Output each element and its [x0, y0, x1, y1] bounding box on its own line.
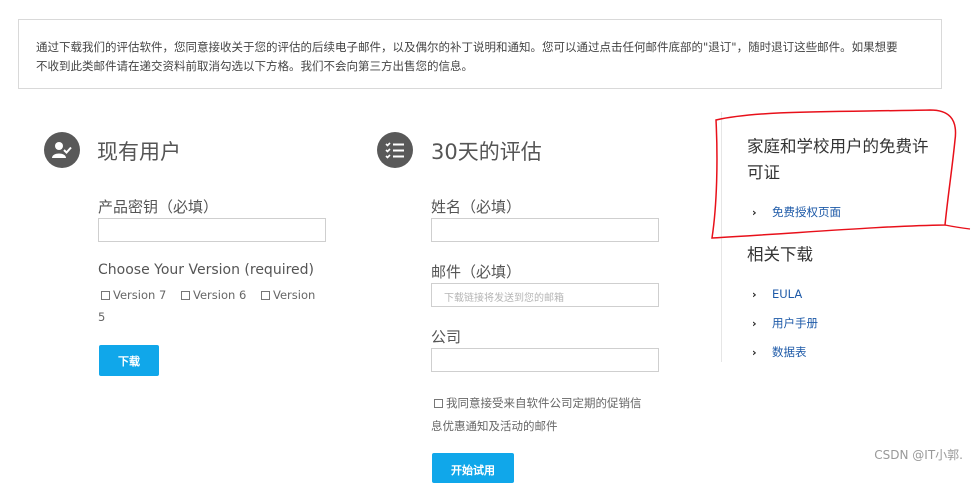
download-link-datasheet-text[interactable]: 数据表 — [772, 344, 807, 360]
free-license-link[interactable]: › 免费授权页面 — [752, 204, 841, 220]
name-input[interactable] — [431, 218, 659, 242]
free-license-title-line-1: 家庭和学校用户的免费许 — [747, 137, 929, 156]
user-check-icon — [44, 132, 80, 168]
version-5-text: Version — [273, 288, 316, 302]
checklist-icon — [377, 132, 413, 168]
version-7-text: Version 7 — [113, 288, 167, 302]
consent-text-1: 我同意接受来自软件公司定期的促销信 — [446, 396, 642, 410]
notice-box: 通过下载我们的评估软件，您同意接收关于您的评估的后续电子邮件，以及偶尔的补丁说明… — [18, 19, 942, 89]
version-6-option[interactable]: Version 6 — [181, 288, 246, 302]
sidebar-divider — [721, 112, 722, 362]
company-label: 公司 — [431, 328, 462, 346]
chevron-right-icon: › — [752, 345, 757, 359]
download-link-manual-text[interactable]: 用户手册 — [772, 315, 818, 331]
email-label: 邮件（必填） — [431, 263, 522, 281]
version-5-checkbox[interactable] — [261, 290, 270, 300]
version-5-option[interactable]: Version — [261, 288, 315, 302]
consent-text-2: 息优惠通知及活动的邮件 — [431, 419, 558, 433]
version-label: Choose Your Version (required) — [98, 262, 314, 278]
free-license-title: 家庭和学校用户的免费许 可证 — [747, 134, 929, 186]
download-link-eula[interactable]: › EULA — [752, 287, 802, 301]
download-link-manual[interactable]: › 用户手册 — [752, 315, 818, 331]
trial-title: 30天的评估 — [431, 140, 542, 164]
email-input[interactable]: 下载链接将发送到您的邮箱 — [431, 283, 659, 307]
download-link-datasheet[interactable]: › 数据表 — [752, 344, 807, 360]
version-6-text: Version 6 — [193, 288, 247, 302]
existing-users-title: 现有用户 — [97, 140, 181, 164]
chevron-right-icon: › — [752, 205, 757, 219]
product-key-input[interactable] — [98, 218, 326, 242]
name-label: 姓名（必填） — [431, 198, 522, 216]
version-7-option[interactable]: Version 7 — [101, 288, 166, 302]
notice-line-1: 通过下载我们的评估软件，您同意接收关于您的评估的后续电子邮件，以及偶尔的补丁说明… — [36, 40, 898, 54]
chevron-right-icon: › — [752, 287, 757, 301]
version-6-checkbox[interactable] — [181, 290, 190, 300]
version-5-wrap-text: 5 — [98, 310, 106, 324]
download-button[interactable]: 下载 — [99, 345, 159, 376]
version-7-checkbox[interactable] — [101, 290, 110, 300]
notice-line-2: 不收到此类邮件请在递交资料前取消勾选以下方格。我们不会向第三方出售您的信息。 — [36, 59, 473, 73]
watermark: CSDN @IT小郭. — [874, 448, 963, 462]
free-license-title-line-2: 可证 — [747, 163, 780, 182]
consent-checkbox[interactable] — [434, 398, 443, 408]
free-license-link-text[interactable]: 免费授权页面 — [772, 204, 841, 220]
chevron-right-icon: › — [752, 316, 757, 330]
consent-option[interactable]: 我同意接受来自软件公司定期的促销信 — [434, 395, 642, 411]
start-trial-button[interactable]: 开始试用 — [432, 453, 514, 483]
related-downloads-title: 相关下载 — [747, 245, 813, 264]
download-link-eula-text[interactable]: EULA — [772, 287, 802, 301]
company-input[interactable] — [431, 348, 659, 372]
product-key-label: 产品密钥（必填） — [98, 198, 219, 216]
